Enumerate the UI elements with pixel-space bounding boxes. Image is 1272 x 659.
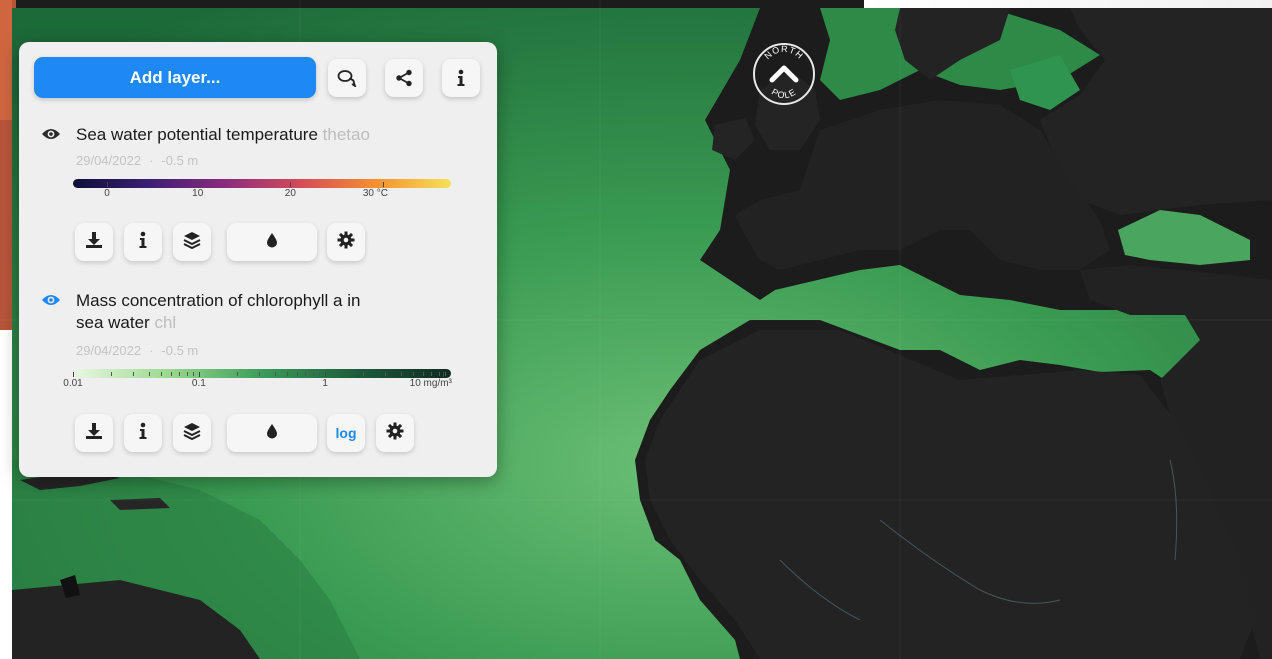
- share-icon: [395, 69, 413, 87]
- layer-2-layers-button[interactable]: [173, 414, 211, 452]
- layer-2-toolbar: log: [75, 414, 414, 452]
- minor-tick: [110, 372, 112, 376]
- tick-label: 20: [284, 188, 296, 199]
- tick-label: 0.01: [63, 378, 83, 389]
- layer-2-opacity-button[interactable]: [227, 414, 317, 452]
- layer-2-meta: 29/04/2022 · -0.5 m: [76, 343, 199, 358]
- layer-2-name-line2: sea water: [76, 313, 150, 332]
- layer-2-date: 29/04/2022: [76, 343, 142, 358]
- gear-icon: [386, 422, 404, 445]
- layer-1-depth: -0.5 m: [161, 153, 199, 168]
- gear-icon: [337, 231, 355, 254]
- svg-text:POLE: POLE: [770, 87, 798, 101]
- minor-tick: [362, 372, 364, 376]
- svg-text:NORTH: NORTH: [762, 44, 805, 61]
- add-layer-button[interactable]: Add layer...: [34, 57, 316, 98]
- tick-mark: [73, 372, 74, 377]
- download-icon: [85, 231, 103, 254]
- minor-tick: [413, 372, 415, 376]
- chat-icon: [337, 69, 357, 87]
- minor-tick: [312, 372, 314, 376]
- layer-1-download-button[interactable]: [75, 223, 113, 261]
- layers-icon: [183, 231, 201, 254]
- layer-2-name-line1: Mass concentration of chlorophyll a in: [76, 291, 361, 310]
- tick-mark: [107, 182, 109, 187]
- layer-2-log-scale-button[interactable]: log: [327, 414, 365, 452]
- minor-tick: [319, 372, 321, 376]
- minor-tick: [179, 372, 181, 376]
- drop-icon: [266, 232, 278, 253]
- layer-1-abbr: thetao: [322, 125, 370, 144]
- info-button[interactable]: [442, 59, 480, 97]
- layer-1-name: Sea water potential temperature: [76, 125, 318, 144]
- info-icon: [138, 231, 148, 254]
- minor-tick: [274, 372, 276, 376]
- layer-1-ticks: 0 10 20 30 °C: [73, 182, 451, 204]
- layer-2-download-button[interactable]: [75, 414, 113, 452]
- download-icon: [85, 422, 103, 445]
- compass-top-text: NORTH: [762, 44, 804, 61]
- minor-tick: [133, 372, 135, 376]
- layer-2-colorbar: [73, 369, 451, 378]
- tick-label: 10: [192, 188, 204, 199]
- info-icon: [138, 422, 148, 445]
- layer-1-title: Sea water potential temperature thetao: [41, 124, 471, 146]
- visibility-eye-icon[interactable]: [41, 292, 61, 314]
- layer-2-settings-button[interactable]: [376, 414, 414, 452]
- layer-1-info-button[interactable]: [124, 223, 162, 261]
- minor-tick: [438, 372, 440, 376]
- tick-label: 0: [104, 188, 110, 199]
- compass-bottom-text: POLE: [770, 87, 797, 101]
- tick-mark: [197, 182, 199, 187]
- share-button[interactable]: [385, 59, 423, 97]
- minor-tick: [259, 372, 261, 376]
- minor-tick: [305, 372, 307, 376]
- minor-tick: [171, 372, 173, 376]
- minor-tick: [445, 372, 447, 376]
- layer-2-abbr: chl: [154, 313, 177, 332]
- north-pole-compass[interactable]: NORTH POLE: [752, 42, 816, 106]
- minor-tick: [236, 372, 238, 376]
- visibility-eye-icon[interactable]: [41, 126, 61, 148]
- layer-1-date: 29/04/2022: [76, 153, 142, 168]
- layer-2-depth: -0.5 m: [161, 343, 199, 358]
- tick-mark: [198, 372, 200, 377]
- minor-tick: [423, 372, 425, 376]
- layers-icon: [183, 422, 201, 445]
- minor-tick: [148, 372, 150, 376]
- minor-tick: [400, 372, 402, 376]
- info-icon: [456, 69, 466, 87]
- layer-2-title: Mass concentration of chlorophyll a in se…: [41, 290, 471, 334]
- layer-1-meta: 29/04/2022 · -0.5 m: [76, 153, 199, 168]
- tick-label: 1: [322, 378, 328, 389]
- minor-tick: [297, 372, 299, 376]
- layer-panel: Add layer... Sea water potential tempera…: [19, 42, 497, 477]
- minor-tick: [385, 372, 387, 376]
- minor-tick: [193, 372, 195, 376]
- layer-2-ticks: 0.01 0.1 1 10 mg/m³: [63, 372, 452, 394]
- layer-1-layers-button[interactable]: [173, 223, 211, 261]
- minor-tick: [287, 372, 289, 376]
- layer-1-opacity-button[interactable]: [227, 223, 317, 261]
- minor-tick: [431, 372, 433, 376]
- tick-mark: [382, 182, 384, 187]
- tick-mark: [325, 372, 327, 377]
- minor-tick: [186, 372, 188, 376]
- chat-button[interactable]: [328, 59, 366, 97]
- tick-label: 30 °C: [362, 188, 388, 199]
- tick-mark: [290, 182, 292, 187]
- minor-tick: [161, 372, 163, 376]
- drop-icon: [266, 423, 278, 444]
- layer-1-colorbar: [73, 179, 451, 188]
- layer-1-settings-button[interactable]: [327, 223, 365, 261]
- layer-1-toolbar: [75, 223, 375, 261]
- layer-2-info-button[interactable]: [124, 414, 162, 452]
- tick-label: 10 mg/m³: [409, 378, 452, 389]
- tick-label: 0.1: [191, 378, 206, 389]
